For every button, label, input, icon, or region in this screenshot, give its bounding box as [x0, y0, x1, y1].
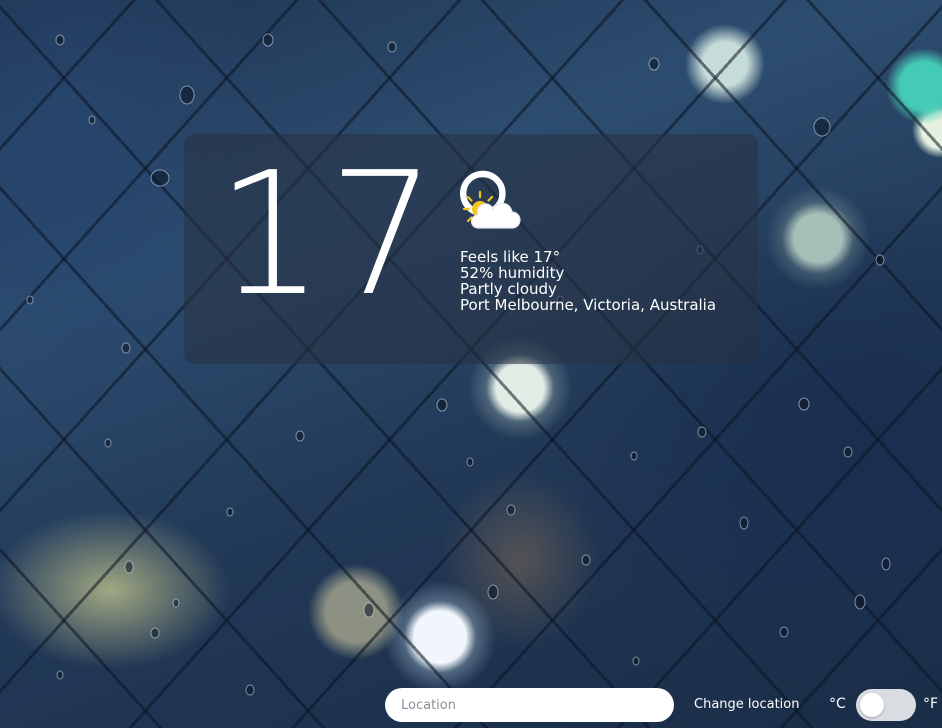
feels-like-text: Feels like 17° [460, 248, 561, 266]
toggle-knob [860, 693, 884, 717]
change-location-button[interactable]: Change location [688, 690, 806, 720]
location-input[interactable] [385, 688, 674, 722]
condition-text: Partly cloudy [460, 280, 557, 298]
raindrops-overlay [26, 33, 891, 696]
celsius-label: °C [829, 696, 846, 712]
fahrenheit-label: °F [923, 696, 939, 712]
partly-cloudy-icon [462, 190, 521, 229]
humidity-text: 52% humidity [460, 264, 565, 282]
unit-toggle[interactable] [856, 689, 916, 721]
weather-details: Feels like 17° 52% humidity Partly cloud… [460, 249, 716, 313]
location-text: Port Melbourne, Victoria, Australia [460, 296, 717, 314]
